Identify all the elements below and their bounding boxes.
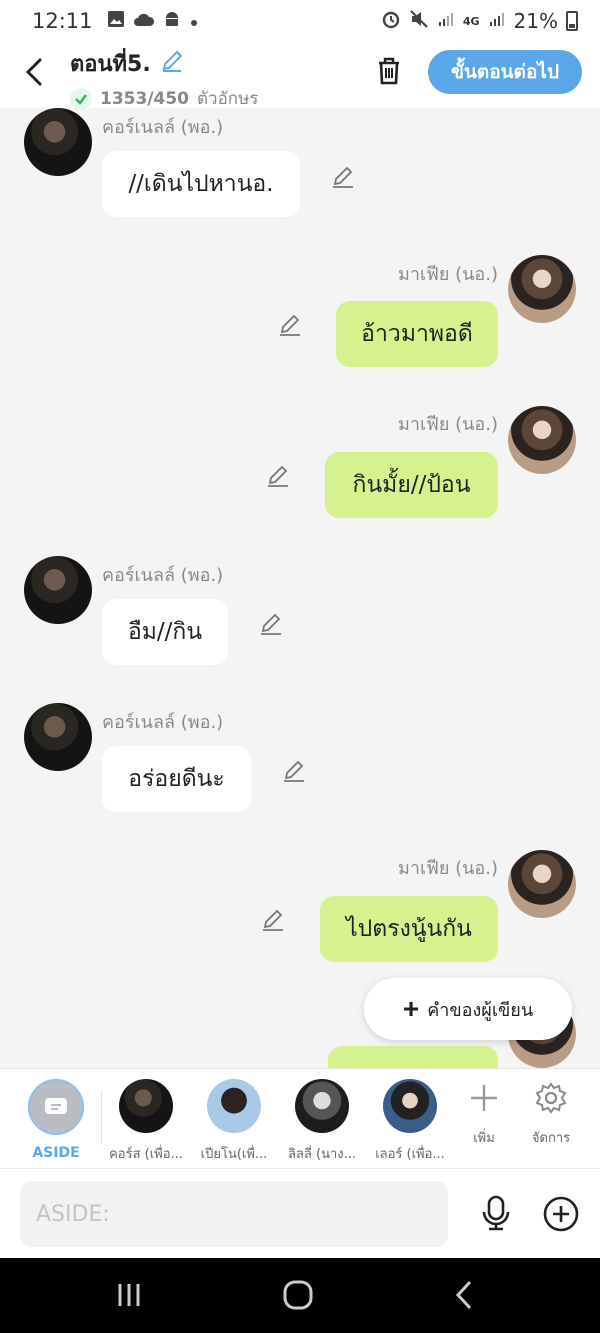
episode-title: ตอนที่5. [70,52,151,77]
sender-name: คอร์เนลล์ (พอ.) [102,117,224,138]
manage-button[interactable]: จัดการ [521,1081,581,1148]
edit-message-icon[interactable] [259,906,287,934]
character-item[interactable]: เลอร์ (เพื่อ... [366,1079,454,1164]
edit-message-icon[interactable] [276,311,304,339]
sender-name: คอร์เนลล์ (พอ.) [102,565,224,586]
message-bubble[interactable]: กินมั้ย//ป้อน [325,452,498,518]
character-label: เปียโน(เพื่... [200,1147,268,1162]
home-icon [283,1280,313,1310]
back-button[interactable] [20,54,50,90]
message-bubble[interactable]: อร่อยดีนะ [102,746,251,812]
back-chevron-icon [455,1280,472,1310]
avatar [119,1079,173,1133]
message-bubble[interactable]: อ้าวมาพอดี [336,301,498,367]
message-input[interactable] [20,1181,448,1247]
status-time: 12:11 [32,9,93,33]
notification-dot-icon [189,9,199,33]
signal-2-icon [488,9,506,33]
status-bar: 12:11 4G 21% [0,0,600,42]
next-step-button[interactable]: ขั้นตอนต่อไป [428,50,582,94]
edit-message-icon[interactable] [257,610,285,638]
sender-name: คอร์เนลล์ (พอ.) [102,712,224,733]
check-icon [70,87,92,110]
avatar[interactable] [24,556,92,624]
system-back-button[interactable] [446,1276,486,1316]
plus-icon [471,1085,497,1111]
author-note-label: คำของผู้เขียน [427,999,534,1020]
chat-bubble-icon [45,1098,67,1114]
mic-button[interactable] [476,1193,516,1233]
gear-icon [535,1082,567,1114]
chat-area[interactable]: คอร์เนลล์ (พอ.) //เดินไปหานอ. มาเฟีย (นอ… [0,108,600,1068]
recent-apps-icon [118,1284,140,1306]
microphone-icon [482,1195,510,1231]
message-bubble[interactable]: //เดินไปหานอ. [102,151,300,217]
avatar [207,1079,261,1133]
plus-circle-icon [543,1196,579,1232]
plus-icon: + [402,993,420,1024]
character-item[interactable]: ลิลลี่ (นาง... [278,1079,366,1164]
signal-icon [437,9,455,33]
manage-label: จัดการ [531,1131,571,1146]
avatar[interactable] [24,703,92,771]
battery-percent: 21% [513,9,558,33]
gallery-icon [107,9,125,33]
system-nav-bar [0,1258,600,1333]
add-character-button[interactable]: เพิ่ม [454,1081,514,1148]
message-bubble[interactable]: อืม//กิน [102,599,228,665]
message-bubble[interactable]: ไปตรงนู้นกัน [320,896,498,962]
add-label: เพิ่ม [473,1131,495,1146]
sender-name: มาเฟีย (นอ.) [397,858,498,879]
character-item[interactable]: คอร์ส (เพื่อ... [102,1079,190,1164]
alarm-icon [381,9,401,34]
cloud-icon [133,9,155,33]
network-type: 4G [462,14,480,28]
character-label: ASIDE [32,1145,80,1161]
sender-name: มาเฟีย (นอ.) [397,414,498,435]
character-count: 1353/450 [100,88,190,109]
avatar[interactable] [508,255,576,323]
header: ตอนที่5. 1353/450 ตัวอักษร ขั้นตอนต่อไป [0,42,600,110]
edit-message-icon[interactable] [264,462,292,490]
edit-title-icon[interactable] [159,48,185,80]
edit-message-icon[interactable] [329,163,357,191]
author-note-button[interactable]: + คำของผู้เขียน [364,978,572,1040]
character-item[interactable]: เปียโน(เพื่... [190,1079,278,1164]
battery-icon [566,11,578,31]
avatar[interactable] [508,850,576,918]
aside-avatar [28,1079,84,1135]
android-icon [163,9,181,33]
character-aside[interactable]: ASIDE [12,1079,100,1161]
delete-button[interactable] [372,54,406,88]
character-label: เลอร์ (เพื่อ... [375,1147,445,1162]
character-label: ลิลลี่ (นาง... [287,1147,357,1162]
character-label: คอร์ส (เพื่อ... [109,1147,183,1162]
edit-message-icon[interactable] [280,757,308,785]
message-bubble-partial[interactable] [328,1046,498,1068]
avatar [383,1079,437,1133]
avatar [295,1079,349,1133]
back-arrow-icon [25,58,42,86]
input-bar [0,1168,600,1258]
add-attachment-button[interactable] [542,1195,580,1233]
character-bar: ASIDE คอร์ส (เพื่อ... เปียโน(เพื่... ลิล… [0,1068,600,1168]
home-button[interactable] [278,1276,318,1316]
avatar[interactable] [508,406,576,474]
sender-name: มาเฟีย (นอ.) [397,264,498,285]
avatar[interactable] [24,108,92,176]
mute-icon [409,9,429,34]
trash-icon [379,57,399,85]
recent-apps-button[interactable] [110,1276,150,1316]
